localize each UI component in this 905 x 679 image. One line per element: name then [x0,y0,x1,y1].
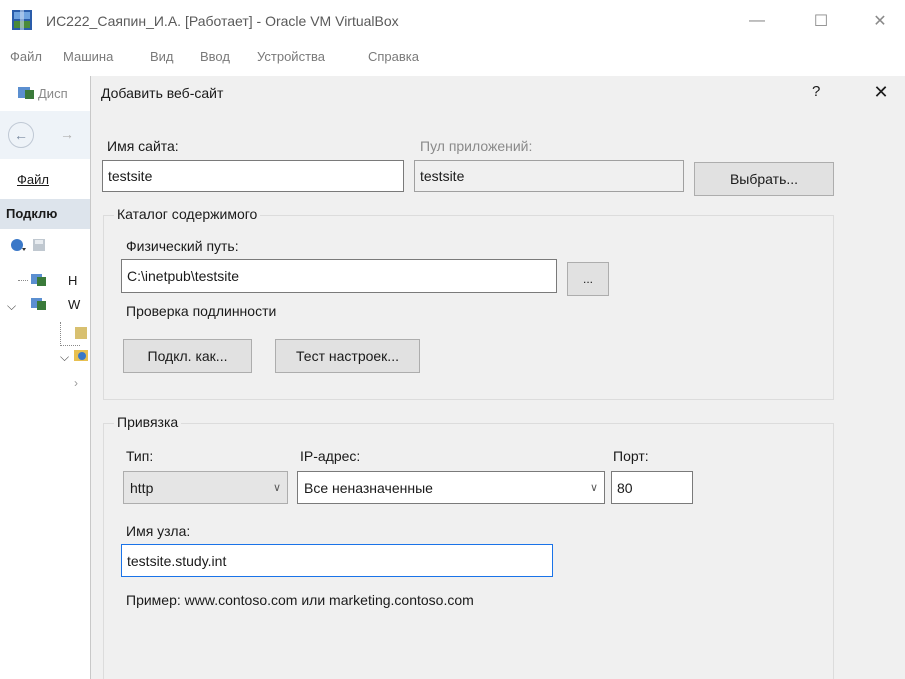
ip-address-value: Все неназначенные [304,479,433,496]
chevron-down-icon: ∨ [589,482,598,494]
type-label: Тип: [126,448,154,464]
dialog-title: Добавить веб-сайт [101,85,224,101]
iis-manager-icon [18,87,34,99]
app-pool-input: testsite [414,160,684,192]
test-settings-button[interactable]: Тест настроек... [275,339,420,373]
binding-caption: Привязка [114,414,182,430]
iis-window-title: Дисп [38,86,68,101]
host-name-example: Пример: www.contoso.com или marketing.co… [126,592,474,608]
menu-machine[interactable]: Машина [63,49,113,64]
connect-as-button[interactable]: Подкл. как... [123,339,252,373]
maximize-icon: ☐ [813,13,829,30]
menu-input[interactable]: Ввод [200,49,230,64]
dialog-close-icon: ✕ [873,81,889,102]
minimize-icon: — [749,12,765,29]
physical-path-label: Физический путь: [126,238,239,254]
menu-help[interactable]: Справка [368,49,419,64]
minimize-button[interactable]: — [737,8,777,34]
help-button[interactable]: ? [812,83,820,100]
protocol-type-value: http [130,479,154,496]
vm-window-title: ИС222_Саяпин_И.А. [Работает] - Oracle VM… [46,13,399,29]
port-label: Порт: [613,448,649,464]
authentication-label: Проверка подлинности [126,303,277,319]
back-button[interactable]: ← [8,122,34,148]
sites-folder-icon[interactable] [73,347,89,363]
expand-chevron-icon[interactable]: ⌵ [7,299,16,314]
content-directory-caption: Каталог содержимого [114,206,261,222]
port-input[interactable]: 80 [611,471,693,504]
tree-node-server[interactable]: W [68,297,80,312]
window-close-button[interactable]: ✕ [860,8,900,34]
menu-devices[interactable]: Устройства [257,49,325,64]
save-icon[interactable] [32,238,46,252]
select-app-pool-button[interactable]: Выбрать... [694,162,834,196]
server-node-icon[interactable] [30,272,48,288]
virtualbox-app-icon [12,10,32,30]
connections-panel-title: Подклю [6,206,58,221]
vm-menu-bar: Файл Машина Вид Ввод Устройства Справка [0,44,905,70]
ip-address-select[interactable]: Все неназначенные ∨ [297,471,605,504]
browse-path-button[interactable]: ... [567,262,609,296]
back-arrow-icon: ← [14,127,28,143]
protocol-type-select[interactable]: http ∨ [123,471,288,504]
maximize-button[interactable]: ☐ [801,8,841,34]
collapsed-chevron-icon[interactable]: › [74,376,78,390]
close-icon: ✕ [873,13,887,30]
menu-file[interactable]: Файл [10,49,42,64]
site-name-input[interactable]: testsite [102,160,404,192]
expand-sites-chevron-icon[interactable]: ⌵ [60,350,69,365]
connect-globe-icon[interactable] [10,237,28,253]
host-name-input[interactable]: testsite.study.int [121,544,553,577]
dialog-close-button[interactable]: ✕ [868,80,894,104]
menu-view[interactable]: Вид [150,49,174,64]
server-node-icon-2[interactable] [30,296,48,312]
app-pool-label: Пул приложений: [420,138,533,154]
forward-arrow-icon[interactable]: → [60,126,74,142]
site-name-label: Имя сайта: [107,138,179,154]
physical-path-input[interactable]: C:\inetpub\testsite [121,259,557,293]
chevron-down-icon: ∨ [272,482,281,494]
host-name-label: Имя узла: [126,523,191,539]
iis-menu-file[interactable]: Файл [17,172,49,187]
ip-address-label: IP-адрес: [300,448,361,464]
app-pools-icon[interactable] [73,325,89,341]
tree-node-start[interactable]: Н [68,273,77,288]
